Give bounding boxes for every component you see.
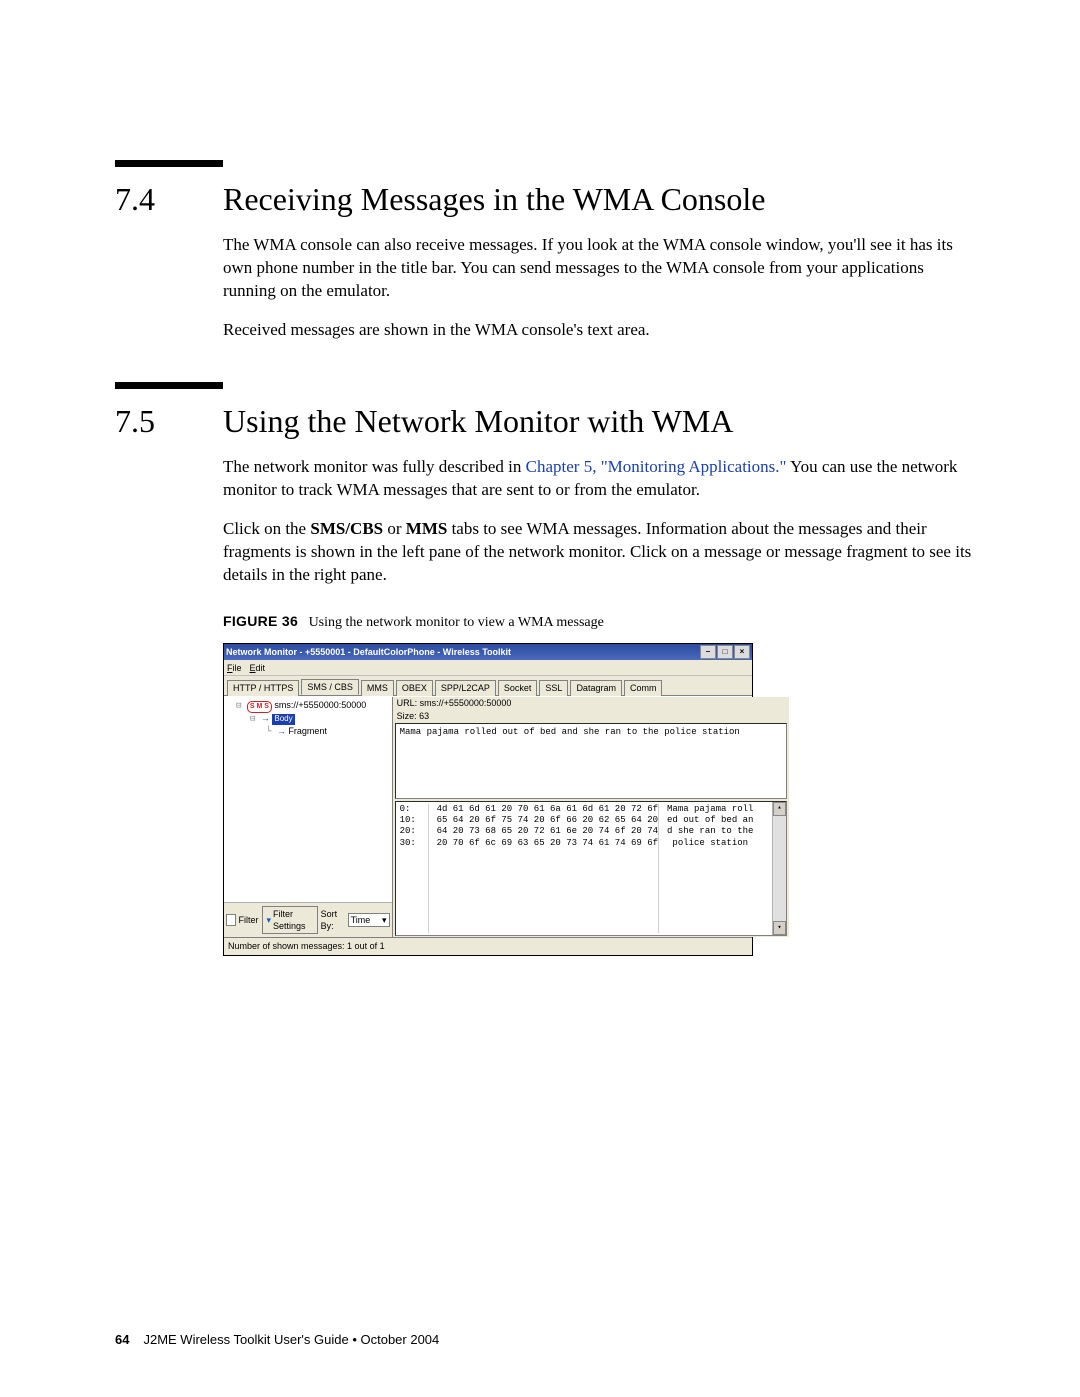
hex-ascii: ed out of bed an [667, 815, 782, 826]
tab-bar: HTTP / HTTPS SMS / CBS MMS OBEX SPP/L2CA… [224, 676, 752, 696]
detail-size: Size: 63 [393, 710, 789, 722]
sort-label: Sort By: [321, 908, 345, 932]
menu-file[interactable]: File [227, 662, 242, 674]
tab-http-https[interactable]: HTTP / HTTPS [227, 680, 299, 696]
scroll-up-button[interactable]: ▴ [773, 802, 786, 816]
sort-select[interactable]: Time▾ [348, 913, 390, 927]
close-button[interactable]: × [734, 645, 750, 659]
section-7-4: 7.4 Receiving Messages in the WMA Consol… [115, 160, 980, 342]
tree-label: Fragment [288, 726, 327, 736]
tab-mms[interactable]: MMS [361, 680, 394, 696]
paragraph: The WMA console can also receive message… [223, 234, 980, 303]
section-title: Receiving Messages in the WMA Console [223, 181, 765, 218]
tab-comm[interactable]: Comm [624, 680, 663, 696]
section-rule [115, 382, 223, 389]
figure-caption: FIGURE 36 Using the network monitor to v… [223, 612, 980, 633]
hex-offset: 20: [400, 826, 428, 837]
text: The network monitor was fully described … [223, 457, 526, 476]
tab-socket[interactable]: Socket [498, 680, 538, 696]
tab-ssl[interactable]: SSL [539, 680, 568, 696]
status-bar: Number of shown messages: 1 out of 1 [224, 937, 752, 954]
section-rule [115, 160, 223, 167]
scroll-down-button[interactable]: ▾ [773, 921, 786, 935]
tree-pane: ⊟ S M S sms://+5550000:50000 ⊟ → Body └ … [224, 697, 393, 937]
hex-ascii: police station [667, 838, 782, 849]
tab-datagram[interactable]: Datagram [570, 680, 622, 696]
hex-ascii: d she ran to the [667, 826, 782, 837]
tab-spp-l2cap[interactable]: SPP/L2CAP [435, 680, 496, 696]
figure-label: FIGURE 36 [223, 613, 298, 629]
hex-bytes: 65 64 20 6f 75 74 20 6f 66 20 62 65 64 2… [437, 815, 658, 826]
section-number: 7.5 [115, 403, 223, 440]
section-title: Using the Network Monitor with WMA [223, 403, 733, 440]
hex-offset: 10: [400, 815, 428, 826]
menu-edit[interactable]: Edit [250, 662, 266, 674]
tab-sms-cbs[interactable]: SMS / CBS [301, 679, 359, 695]
hex-pane[interactable]: 0: 10: 20: 30: 4d 61 6d 61 20 70 61 6a 6… [395, 801, 787, 937]
hex-bytes: 4d 61 6d 61 20 70 61 6a 61 6d 61 20 72 6… [437, 804, 658, 815]
paragraph: Received messages are shown in the WMA c… [223, 319, 980, 342]
hex-bytes: 20 70 6f 6c 69 63 65 20 73 74 61 74 69 6… [437, 838, 658, 849]
chapter-link[interactable]: Chapter 5, "Monitoring Applications." [526, 457, 787, 476]
window-titlebar[interactable]: Network Monitor - +5550001 - DefaultColo… [224, 644, 752, 660]
filter-bar: Filter ▾Filter Settings Sort By: Time▾ [224, 902, 392, 937]
minimize-button[interactable]: – [700, 645, 716, 659]
tab-obex[interactable]: OBEX [396, 680, 433, 696]
hex-offset: 0: [400, 804, 428, 815]
text: or [383, 519, 406, 538]
page-footer: 64 J2ME Wireless Toolkit User's Guide • O… [115, 1332, 439, 1347]
detail-url: URL: sms://+5550000:50000 [393, 697, 789, 709]
page-number: 64 [115, 1332, 129, 1347]
body-badge: Body [272, 714, 294, 724]
menu-bar: File Edit [224, 660, 752, 676]
hex-bytes: 64 20 73 68 65 20 72 61 6e 20 74 6f 20 7… [437, 826, 658, 837]
filter-label: Filter [239, 914, 259, 926]
hex-offset: 30: [400, 838, 428, 849]
scrollbar[interactable]: ▴ ▾ [772, 802, 786, 936]
message-text-pane[interactable]: Mama pajama rolled out of bed and she ra… [395, 723, 787, 799]
section-7-5: 7.5 Using the Network Monitor with WMA T… [115, 382, 980, 956]
bold-text: MMS [406, 519, 448, 538]
text: Click on the [223, 519, 310, 538]
paragraph: Click on the SMS/CBS or MMS tabs to see … [223, 518, 980, 587]
sms-badge: S M S [247, 701, 272, 712]
filter-checkbox[interactable] [226, 914, 236, 926]
network-monitor-window: Network Monitor - +5550001 - DefaultColo… [223, 643, 753, 955]
tree-node-body[interactable]: ⊟ → Body [250, 713, 388, 726]
section-number: 7.4 [115, 181, 223, 218]
paragraph: The network monitor was fully described … [223, 456, 980, 502]
tree-node-sms[interactable]: ⊟ S M S sms://+5550000:50000 [236, 700, 388, 713]
tree-label: sms://+5550000:50000 [274, 700, 366, 710]
footer-text: J2ME Wireless Toolkit User's Guide • Oct… [143, 1332, 439, 1347]
chevron-down-icon: ▾ [382, 914, 387, 926]
window-title: Network Monitor - +5550001 - DefaultColo… [226, 646, 700, 658]
filter-settings-button[interactable]: ▾Filter Settings [262, 906, 318, 934]
detail-pane: URL: sms://+5550000:50000 Size: 63 Mama … [393, 697, 789, 937]
bold-text: SMS/CBS [310, 519, 383, 538]
tree-node-fragment[interactable]: └ → Fragment [266, 726, 388, 739]
figure-caption-text: Using the network monitor to view a WMA … [309, 615, 604, 630]
hex-ascii: Mama pajama roll [667, 804, 782, 815]
maximize-button[interactable]: □ [717, 645, 733, 659]
funnel-icon: ▾ [267, 914, 272, 926]
